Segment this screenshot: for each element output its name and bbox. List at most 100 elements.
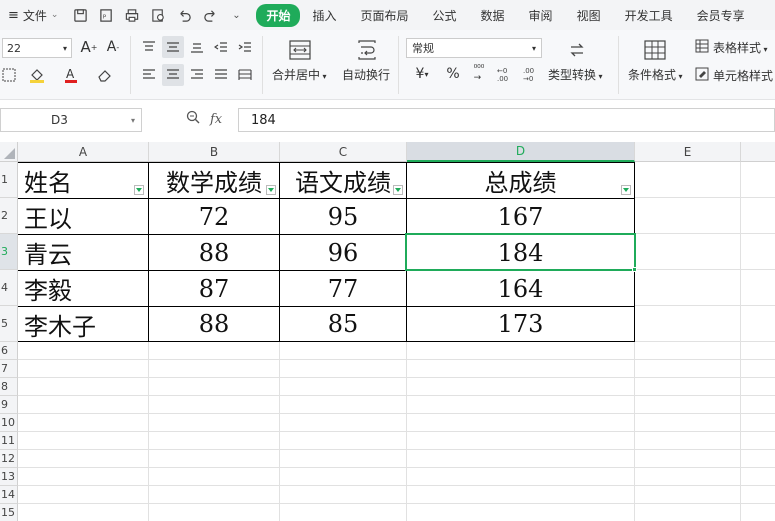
row-header-10[interactable]: 10 — [0, 414, 18, 432]
table-cell[interactable]: 72 — [149, 199, 279, 234]
table-cell[interactable]: 167 — [407, 199, 634, 234]
filter-dropdown-icon[interactable] — [134, 185, 144, 195]
column-header-c[interactable]: C — [280, 142, 407, 162]
wrap-text-icon[interactable] — [354, 38, 380, 62]
wrap-text-button[interactable]: 自动换行 — [342, 66, 390, 83]
conditional-format-button[interactable]: 条件格式 ▾ — [628, 66, 683, 83]
tab-view[interactable]: 视图 — [565, 4, 613, 27]
table-cell[interactable]: 173 — [407, 307, 634, 341]
print-icon[interactable] — [124, 7, 140, 23]
decrease-font-icon[interactable]: A- — [104, 38, 122, 56]
header-cell-name[interactable]: 姓名 — [18, 163, 148, 198]
table-style-icon[interactable] — [694, 38, 710, 54]
increase-decimal-icon[interactable]: ←0.00 — [494, 64, 516, 84]
column-header-b[interactable]: B — [149, 142, 280, 162]
row-header-7[interactable]: 7 — [0, 360, 18, 378]
table-cell[interactable]: 87 — [149, 271, 279, 306]
file-menu[interactable]: ≡ 文件 ⌄ — [2, 7, 64, 24]
align-middle-icon[interactable] — [162, 36, 184, 58]
table-cell[interactable]: 88 — [149, 235, 279, 270]
save-icon[interactable] — [72, 7, 88, 23]
name-box[interactable]: D3 ▾ — [0, 108, 142, 132]
row-header-4[interactable]: 4 — [0, 270, 18, 306]
undo-icon[interactable] — [176, 7, 192, 23]
justify-icon[interactable] — [212, 66, 230, 84]
header-cell-chinese[interactable]: 语文成绩 — [280, 163, 406, 198]
decrease-indent-icon[interactable] — [212, 38, 230, 56]
row-header-2[interactable]: 2 — [0, 198, 18, 234]
tab-home[interactable]: 开始 — [256, 3, 301, 27]
increase-indent-icon[interactable] — [236, 38, 254, 56]
tab-member[interactable]: 会员专享 — [685, 4, 757, 27]
row-header-3[interactable]: 3 — [0, 234, 18, 270]
align-right-icon[interactable] — [188, 66, 206, 84]
row-header-9[interactable]: 9 — [0, 396, 18, 414]
table-cell[interactable]: 李毅 — [18, 271, 148, 306]
print-preview-icon[interactable] — [150, 7, 166, 23]
row-header-1[interactable]: 1 — [0, 162, 18, 198]
table-cell[interactable]: 青云 — [18, 235, 148, 270]
filter-dropdown-icon[interactable] — [266, 185, 276, 195]
header-cell-math[interactable]: 数学成绩 — [149, 163, 279, 198]
fill-color-icon[interactable] — [26, 66, 48, 84]
zoom-icon[interactable] — [186, 110, 200, 128]
align-left-icon[interactable] — [140, 66, 158, 84]
type-convert-icon[interactable] — [564, 38, 590, 62]
row-header-6[interactable]: 6 — [0, 342, 18, 360]
thousands-separator-icon[interactable]: ⁰⁰⁰ → — [468, 64, 490, 84]
table-cell[interactable]: 王以 — [18, 199, 148, 234]
column-header-d[interactable]: D — [407, 142, 635, 162]
export-pdf-icon[interactable]: P — [98, 7, 114, 23]
fx-button[interactable]: fx — [210, 112, 222, 127]
column-header-e[interactable]: E — [635, 142, 741, 162]
row-header-15[interactable]: 15 — [0, 504, 18, 521]
decrease-decimal-icon[interactable]: .00 →0 — [520, 64, 542, 84]
column-header-a[interactable]: A — [18, 142, 149, 162]
distributed-align-icon[interactable] — [236, 66, 254, 84]
eraser-icon[interactable] — [94, 66, 116, 84]
row-header-8[interactable]: 8 — [0, 378, 18, 396]
filter-dropdown-icon[interactable] — [621, 185, 631, 195]
tab-review[interactable]: 审阅 — [517, 4, 565, 27]
table-cell[interactable]: 95 — [280, 199, 406, 234]
formula-input[interactable]: 184 — [238, 108, 775, 132]
select-all-corner[interactable] — [0, 142, 18, 162]
fill-handle[interactable] — [632, 267, 637, 272]
table-cell[interactable]: 96 — [280, 235, 406, 270]
tab-data[interactable]: 数据 — [469, 4, 517, 27]
tab-formulas[interactable]: 公式 — [421, 4, 469, 27]
row-header-13[interactable]: 13 — [0, 468, 18, 486]
tab-page-layout[interactable]: 页面布局 — [349, 4, 421, 27]
font-size-select[interactable]: 22 ▾ — [2, 38, 72, 58]
increase-font-icon[interactable]: A + — [80, 38, 98, 56]
table-cell[interactable]: 77 — [280, 271, 406, 306]
borders-icon[interactable] — [0, 66, 18, 84]
type-convert-button[interactable]: 类型转换 ▾ — [548, 66, 603, 83]
percent-format-button[interactable]: % — [444, 64, 462, 84]
cell-style-button[interactable]: 单元格样式 — [713, 67, 773, 84]
number-format-select[interactable]: 常规 ▾ — [406, 38, 542, 58]
tab-insert[interactable]: 插入 — [300, 4, 348, 27]
currency-format-button[interactable]: ¥ ▾ — [410, 64, 434, 84]
redo-icon[interactable] — [202, 7, 218, 23]
row-header-11[interactable]: 11 — [0, 432, 18, 450]
table-style-button[interactable]: 表格样式 ▾ — [713, 39, 768, 56]
cell-style-icon[interactable] — [694, 66, 710, 82]
filter-dropdown-icon[interactable] — [393, 185, 403, 195]
row-header-12[interactable]: 12 — [0, 450, 18, 468]
table-cell[interactable]: 85 — [280, 307, 406, 341]
table-cell[interactable]: 164 — [407, 271, 634, 306]
customize-toolbar-icon[interactable]: ⌄ — [228, 7, 244, 23]
font-color-icon[interactable]: A — [60, 66, 82, 84]
column-header-f[interactable] — [741, 142, 775, 162]
row-header-5[interactable]: 5 — [0, 306, 18, 342]
merge-center-button[interactable]: 合并居中 ▾ — [272, 66, 327, 83]
table-cell[interactable]: 88 — [149, 307, 279, 341]
align-bottom-icon[interactable] — [188, 38, 206, 56]
conditional-format-icon[interactable] — [642, 38, 668, 62]
table-cell[interactable]: 李木子 — [18, 307, 148, 341]
merge-center-icon[interactable] — [287, 38, 313, 62]
row-header-14[interactable]: 14 — [0, 486, 18, 504]
align-top-icon[interactable] — [140, 38, 158, 56]
align-center-icon[interactable] — [162, 64, 184, 86]
